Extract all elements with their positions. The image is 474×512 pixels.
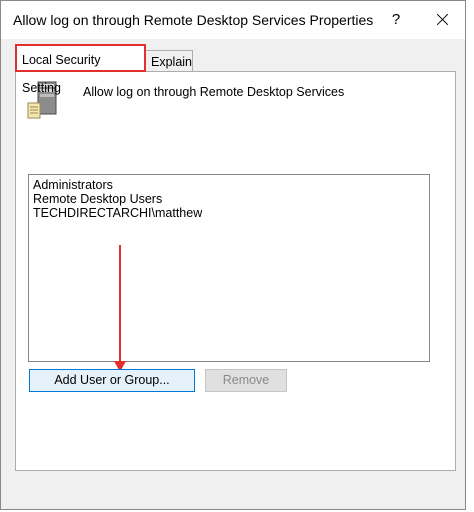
tab-explain[interactable]: Explain xyxy=(145,50,193,72)
background-edge xyxy=(467,0,474,512)
members-listbox[interactable]: Administrators Remote Desktop Users TECH… xyxy=(28,174,430,362)
add-user-or-group-button[interactable]: Add User or Group... xyxy=(29,369,195,392)
close-icon[interactable] xyxy=(425,5,459,35)
annotation-arrow xyxy=(114,245,126,372)
dialog-title: Allow log on through Remote Desktop Serv… xyxy=(13,12,374,28)
tab-local-security-setting[interactable]: Local Security Setting xyxy=(15,44,146,95)
help-button[interactable]: ? xyxy=(379,5,413,35)
list-item[interactable]: Remote Desktop Users xyxy=(33,192,425,206)
properties-dialog: Allow log on through Remote Desktop Serv… xyxy=(0,0,466,510)
title-bar: Allow log on through Remote Desktop Serv… xyxy=(1,1,465,39)
list-item[interactable]: Administrators xyxy=(33,178,425,192)
policy-name: Allow log on through Remote Desktop Serv… xyxy=(83,85,345,99)
list-item[interactable]: TECHDIRECTARCHI\matthew xyxy=(33,206,425,220)
remove-button[interactable]: Remove xyxy=(205,369,287,392)
